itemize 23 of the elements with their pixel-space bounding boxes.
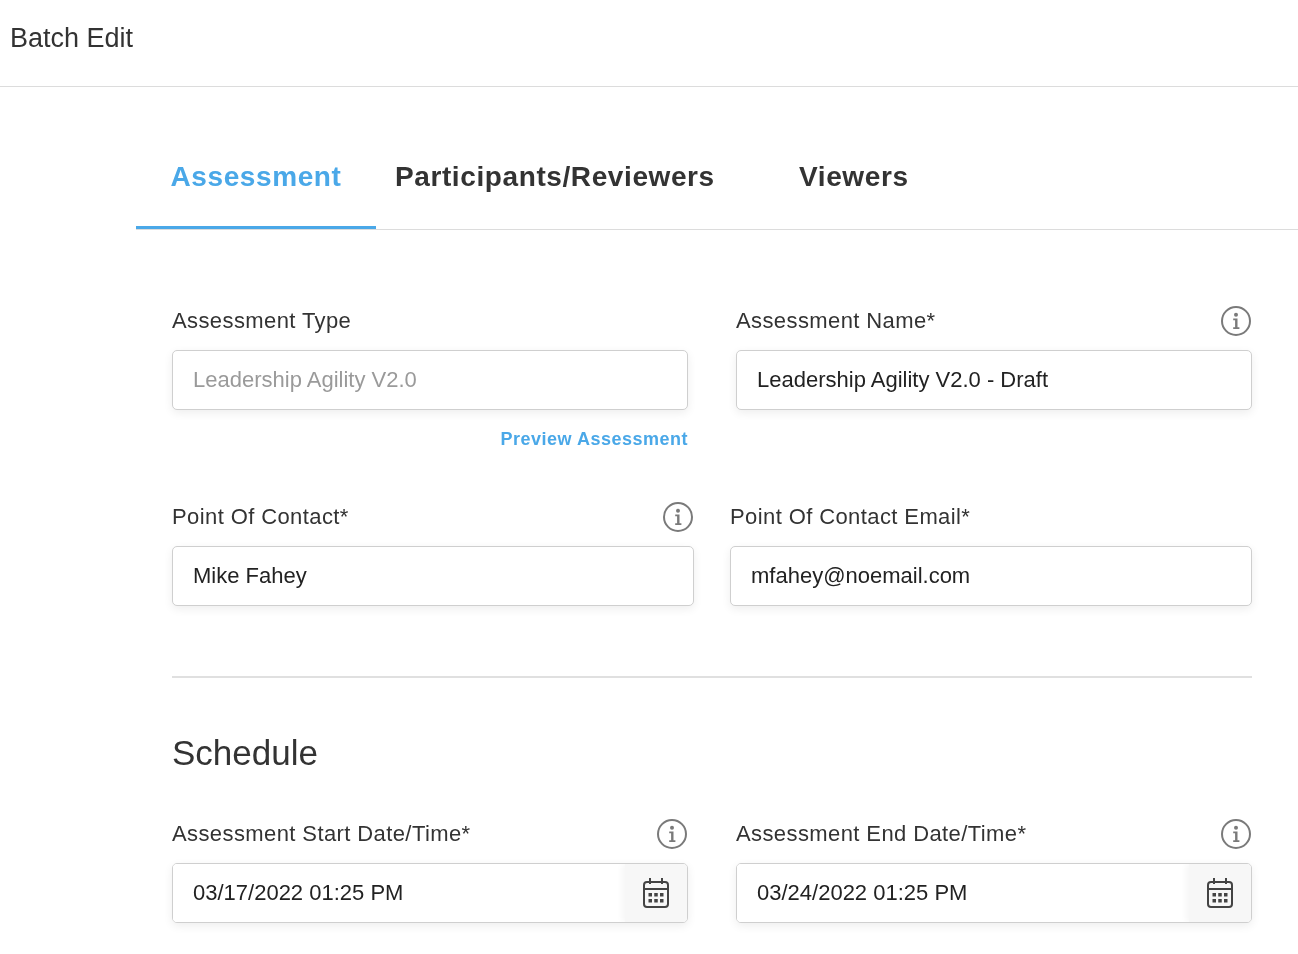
calendar-button[interactable] bbox=[1189, 864, 1251, 922]
text-field[interactable]: Leadership Agility V2.0 - Draft bbox=[736, 350, 1252, 410]
info-icon[interactable] bbox=[1221, 306, 1251, 336]
date-field[interactable]: 03/24/2022 01:25 PM bbox=[736, 863, 1252, 923]
field-label: Assessment Type bbox=[172, 308, 352, 334]
calendar-icon bbox=[643, 878, 669, 908]
page-title: Batch Edit bbox=[10, 22, 134, 54]
tab[interactable]: Viewers bbox=[733, 128, 974, 229]
info-icon[interactable] bbox=[1221, 819, 1251, 849]
section-heading: Schedule bbox=[172, 733, 319, 773]
field-label: Point Of Contact* bbox=[172, 504, 349, 530]
text-field[interactable]: mfahey@noemail.com bbox=[730, 546, 1252, 606]
text-field[interactable]: Mike Fahey bbox=[172, 546, 694, 606]
field-label: Assessment End Date/Time* bbox=[736, 821, 1027, 847]
field-label: Point Of Contact Email* bbox=[730, 504, 971, 530]
field-label: Assessment Start Date/Time* bbox=[172, 821, 471, 847]
field-label: Assessment Name* bbox=[736, 308, 936, 334]
info-icon[interactable] bbox=[663, 502, 693, 532]
tab[interactable]: Participants/Reviewers bbox=[376, 128, 734, 229]
date-field[interactable]: 03/17/2022 01:25 PM bbox=[172, 863, 688, 923]
info-icon[interactable] bbox=[657, 819, 687, 849]
calendar-button[interactable] bbox=[625, 864, 687, 922]
calendar-icon bbox=[1207, 878, 1233, 908]
